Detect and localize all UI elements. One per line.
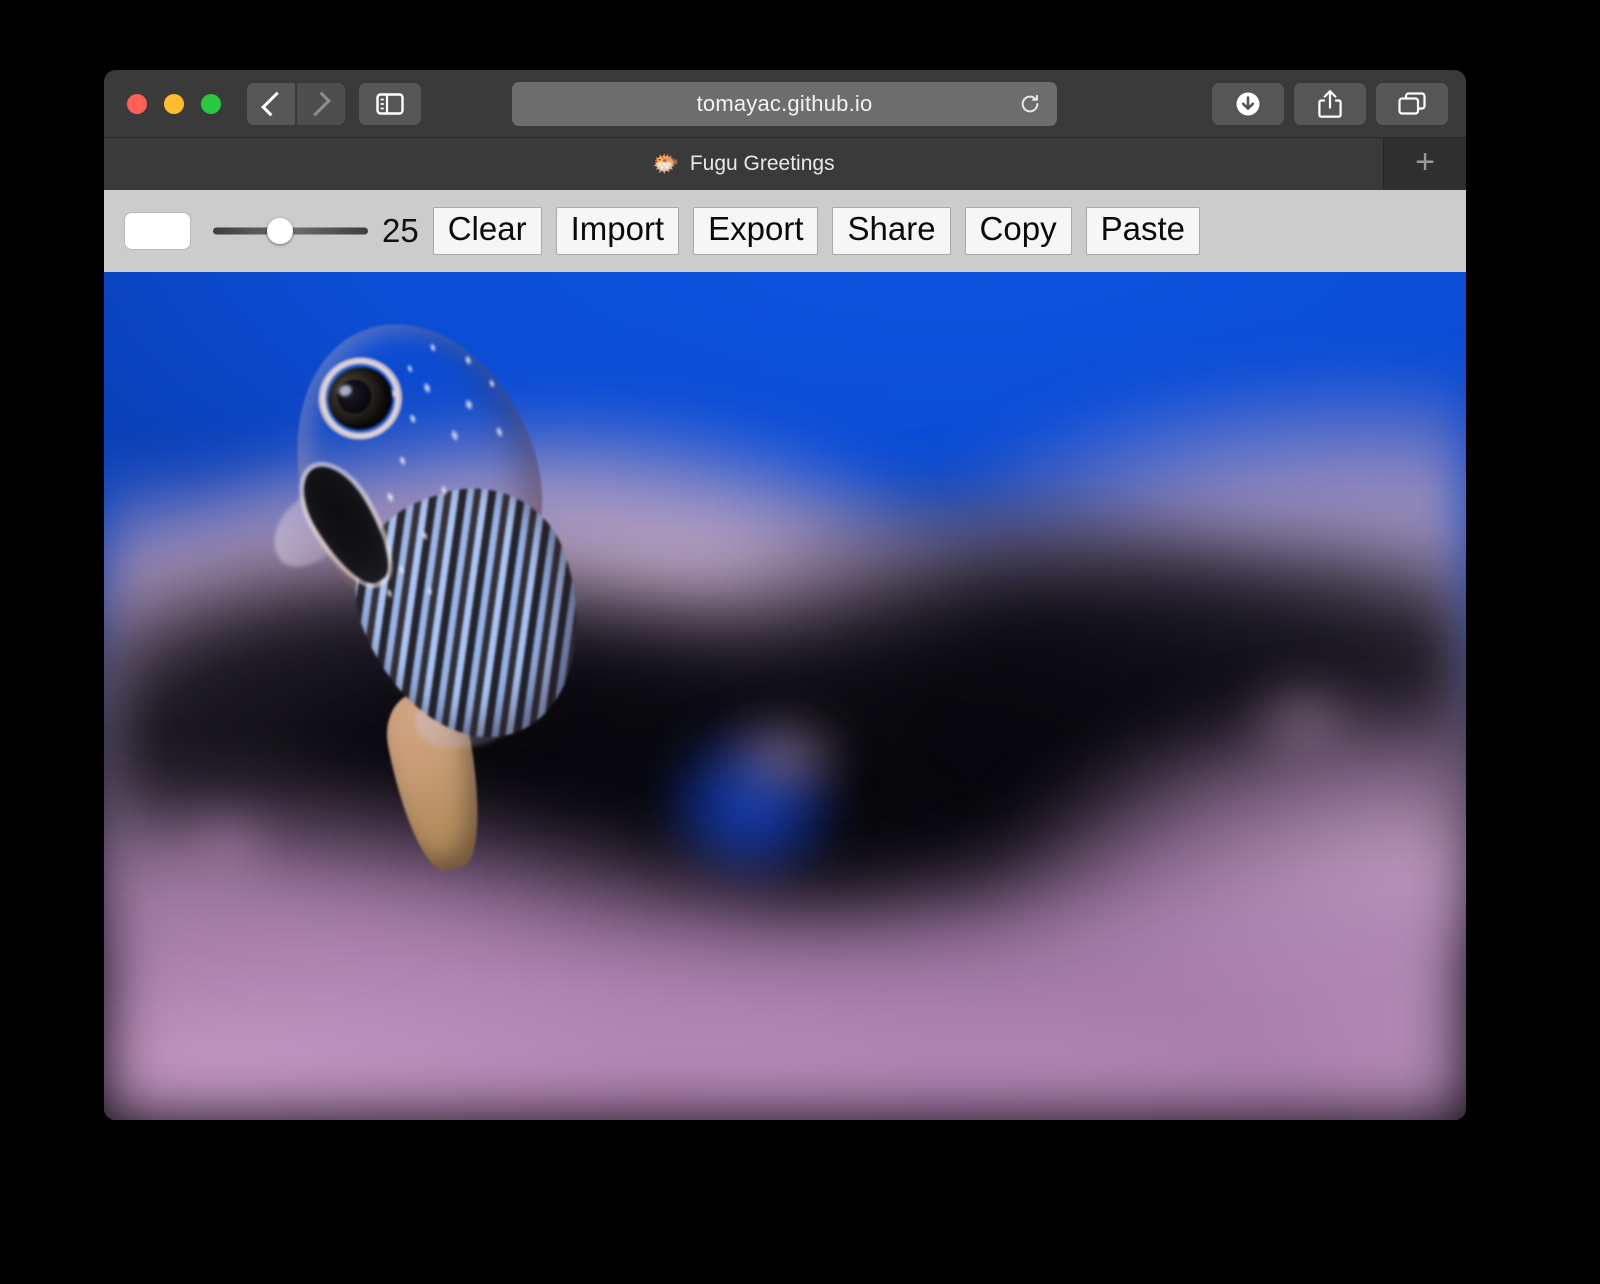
tab-bar: 🐡 Fugu Greetings + [104,138,1466,190]
download-icon [1234,90,1262,118]
copy-button[interactable]: Copy [965,207,1072,256]
forward-button[interactable] [297,83,345,125]
minimize-window-button[interactable] [164,94,184,114]
share-icon [1317,89,1343,119]
slider-thumb[interactable] [267,218,293,244]
address-bar-url: tomayac.github.io [697,91,873,117]
browser-chrome-toolbar: tomayac.github.io [104,70,1466,138]
screen: tomayac.github.io [0,0,1600,1284]
thickness-value-label: 25 [382,212,419,250]
thickness-slider[interactable] [213,216,368,246]
blowfish-favicon-icon: 🐡 [652,153,679,175]
chevron-left-icon [261,92,286,117]
tab-overview-button[interactable] [1376,83,1448,125]
drawing-canvas[interactable] [104,272,1466,1120]
close-window-button[interactable] [127,94,147,114]
page-content: 25 Clear Import Export Share Copy Paste [104,190,1466,1120]
action-button-group: Clear Import Export Share Copy Paste [433,207,1200,256]
back-button[interactable] [247,83,295,125]
tab-overview-icon [1397,91,1427,117]
maximize-window-button[interactable] [201,94,221,114]
tab-fugu-greetings[interactable]: 🐡 Fugu Greetings [104,138,1384,190]
address-bar[interactable]: tomayac.github.io [512,82,1057,126]
sidebar-toggle-button[interactable] [359,83,421,125]
share-button[interactable]: Share [832,207,950,256]
app-toolbar: 25 Clear Import Export Share Copy Paste [104,190,1466,272]
clear-button[interactable]: Clear [433,207,542,256]
share-button[interactable] [1294,83,1366,125]
sidebar-icon [376,92,404,116]
tab-title: Fugu Greetings [690,152,835,176]
browser-window: tomayac.github.io [104,70,1466,1120]
reload-icon[interactable] [1019,93,1041,115]
export-button[interactable]: Export [693,207,818,256]
new-tab-button[interactable]: + [1384,138,1466,190]
import-button[interactable]: Import [556,207,680,256]
color-picker-input[interactable] [124,212,191,250]
chevron-right-icon [306,92,331,117]
downloads-button[interactable] [1212,83,1284,125]
paste-button[interactable]: Paste [1086,207,1200,256]
window-controls [127,94,221,114]
